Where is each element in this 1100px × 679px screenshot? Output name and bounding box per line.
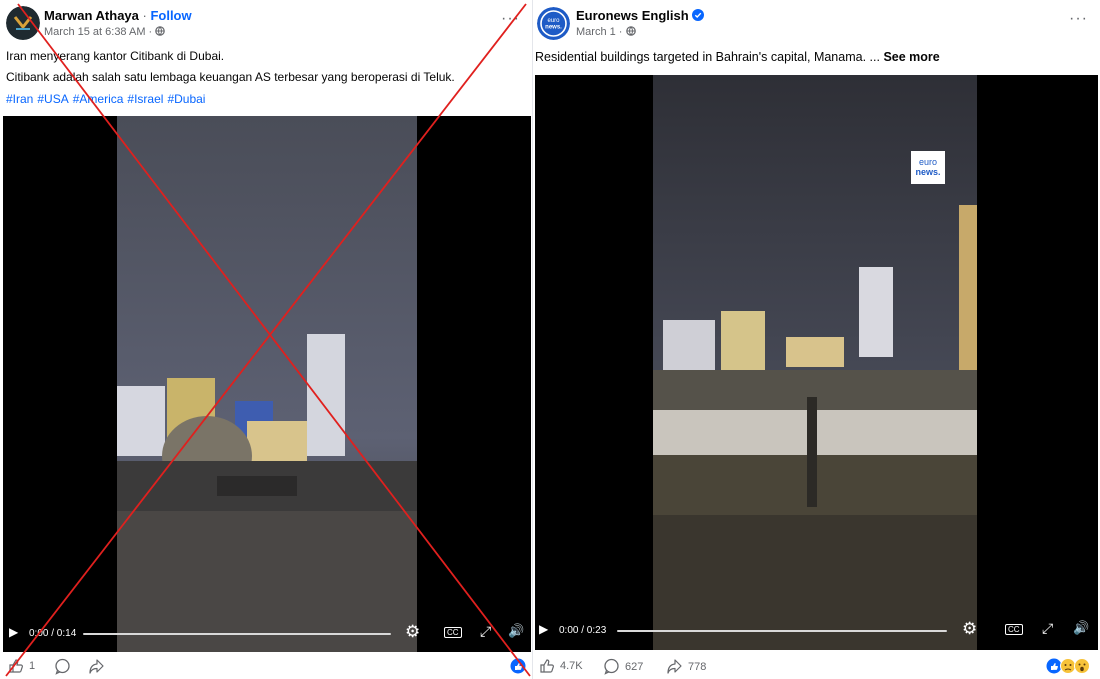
left-reaction-icon[interactable] (510, 658, 526, 674)
right-post-timestamp[interactable]: March 1 · (576, 26, 626, 38)
hashtag-usa[interactable]: #USA (37, 92, 68, 106)
settings-icon[interactable]: ⚙ (405, 622, 420, 642)
fullscreen-icon[interactable]: ⤢ (480, 623, 491, 640)
hashtag-dubai[interactable]: #Dubai (167, 92, 205, 106)
right-fullscreen-icon[interactable]: ⤢ (1042, 620, 1053, 637)
thumbs-up-icon (9, 659, 23, 673)
left-post-meta: March 15 at 6:38 AM · (44, 26, 166, 38)
hashtag-america[interactable]: #America (73, 92, 124, 106)
volume-icon[interactable]: 🔊 (508, 623, 524, 639)
globe-icon (625, 26, 636, 36)
right-like-count: 4.7K (560, 660, 583, 672)
left-more-options-button[interactable]: ··· (501, 10, 520, 28)
right-author-line: Euronews English (576, 8, 705, 23)
right-comment-button[interactable]: 627 (603, 658, 643, 675)
right-author-name[interactable]: Euronews English (576, 8, 689, 23)
left-caption-line-2: Citibank adalah salah satu lembaga keuan… (6, 70, 455, 84)
watermark-line2: news. (915, 167, 941, 177)
share-icon (667, 659, 682, 674)
right-reactions-summary[interactable] (1046, 658, 1094, 674)
see-more-link[interactable]: See more (883, 50, 939, 64)
right-post-header: euro news. Euronews English March 1 · ··… (533, 0, 1100, 44)
right-comment-count: 627 (625, 660, 644, 673)
left-video-frame (117, 116, 417, 652)
right-post-meta: March 1 · (576, 26, 636, 38)
right-action-bar: 4.7K 627 778 (533, 654, 1100, 679)
hashtag-iran[interactable]: #Iran (6, 92, 33, 106)
left-post-timestamp[interactable]: March 15 at 6:38 AM · (44, 26, 155, 38)
left-caption-line-1: Iran menyerang kantor Citibank di Dubai. (6, 49, 225, 63)
right-play-button[interactable]: ▶ (539, 622, 548, 636)
left-progress-bar[interactable] (83, 633, 391, 635)
like-reaction-icon (510, 658, 526, 674)
euronews-watermark-logo: euro news. (911, 151, 945, 184)
comment-icon (604, 658, 619, 675)
right-video-time: 0:00 / 0:23 (559, 625, 607, 636)
left-share-button[interactable] (88, 658, 105, 675)
thumbs-up-icon (540, 659, 554, 673)
hashtag-israel[interactable]: #Israel (127, 92, 163, 106)
left-author-name[interactable]: Marwan Athaya (44, 8, 139, 23)
euronews-avatar[interactable]: euro news. (537, 7, 570, 40)
avatar-text-line2: news. (545, 25, 562, 31)
globe-icon (155, 26, 166, 36)
reactions-icon (1046, 658, 1090, 674)
play-button[interactable]: ▶ (9, 625, 18, 639)
marwan-avatar[interactable] (6, 6, 40, 40)
left-like-button[interactable]: 1 (8, 658, 35, 674)
right-more-options-button[interactable]: ··· (1069, 10, 1088, 28)
right-captions-button[interactable]: CC (1005, 624, 1023, 635)
follow-button[interactable]: Follow (150, 8, 191, 23)
left-post-header: Marwan Athaya · Follow March 15 at 6:38 … (0, 0, 532, 44)
right-video-player[interactable]: euro news. ▶ 0:00 / 0:23 ⚙ CC ⤢ 🔊 (535, 75, 1098, 650)
right-caption: Residential buildings targeted in Bahrai… (535, 50, 940, 64)
right-like-button[interactable]: 4.7K (539, 658, 583, 674)
avatar-text-line1: euro (547, 18, 560, 24)
right-share-count: 778 (688, 660, 707, 673)
left-comment-button[interactable] (54, 658, 71, 675)
right-settings-icon[interactable]: ⚙ (962, 619, 977, 639)
comment-icon (55, 658, 70, 675)
verified-badge-icon (692, 9, 705, 21)
right-volume-icon[interactable]: 🔊 (1073, 620, 1089, 636)
left-video-player[interactable]: ▶ 0:00 / 0:14 ⚙ CC ⤢ 🔊 (3, 116, 531, 652)
captions-button[interactable]: CC (444, 627, 462, 638)
watermark-line1: euro (918, 157, 937, 167)
left-author-line: Marwan Athaya · Follow (44, 8, 192, 23)
right-caption-text: Residential buildings targeted in Bahrai… (535, 50, 880, 64)
left-video-time: 0:00 / 0:14 (29, 628, 77, 639)
left-like-count: 1 (29, 660, 36, 672)
right-progress-bar[interactable] (617, 630, 947, 632)
left-follow-separator: · (138, 8, 151, 23)
right-post: euro news. Euronews English March 1 · ··… (533, 0, 1100, 679)
left-action-bar: 1 (0, 654, 532, 679)
left-hashtags: #Iran #USA #America #Israel #Dubai (6, 92, 209, 106)
share-icon (89, 659, 104, 674)
right-share-button[interactable]: 778 (666, 658, 706, 675)
left-post: Marwan Athaya · Follow March 15 at 6:38 … (0, 0, 532, 679)
